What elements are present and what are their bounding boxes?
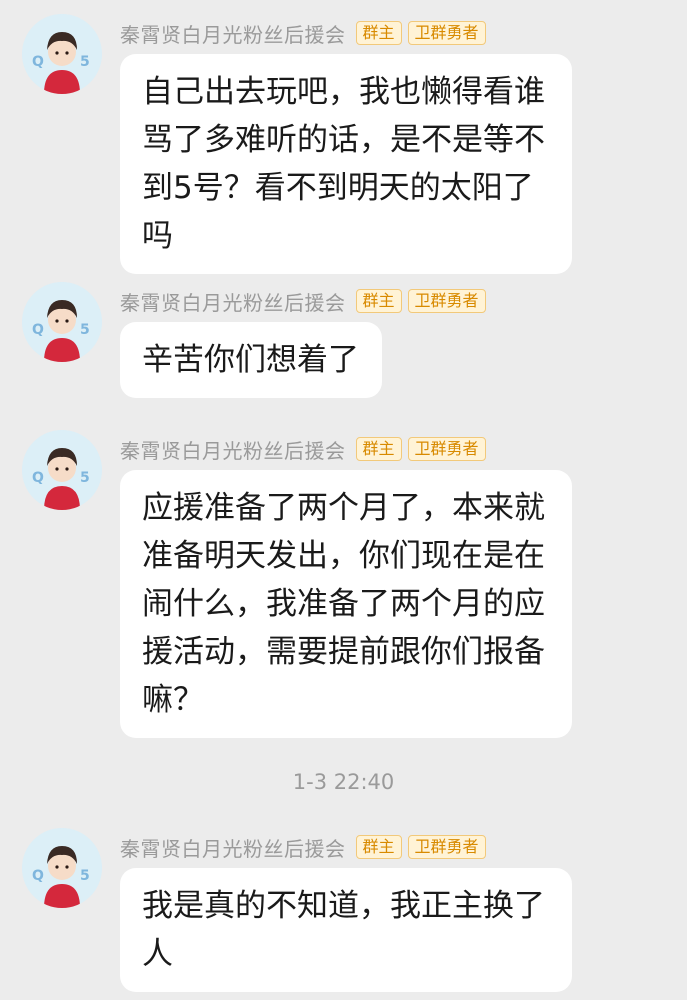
message-line: 自己出去玩吧，我也懒得看谁 (142, 74, 545, 110)
owner-badge: 群主 (355, 289, 402, 313)
svg-text:Q: Q (32, 322, 44, 338)
svg-text:5: 5 (80, 470, 90, 486)
avatar[interactable]: Q 5 (22, 430, 102, 510)
svg-text:5: 5 (80, 868, 90, 884)
message-bubble[interactable]: 我是真的不知道，我正主换了 人 (120, 868, 572, 992)
message-line: 到5号？看不到明天的太阳了 (142, 170, 534, 206)
message-bubble[interactable]: 辛苦你们想着了 (120, 322, 382, 398)
guardian-badge: 卫群勇者 (407, 21, 486, 45)
guardian-badge: 卫群勇者 (407, 437, 486, 461)
message-header: 秦霄贤白月光粉丝后援会 群主 卫群勇者 (120, 832, 486, 862)
owner-badge: 群主 (355, 21, 402, 45)
avatar[interactable]: Q 5 (22, 282, 102, 362)
chat-history[interactable]: Q 5 秦霄贤白月光粉丝后援会 群主 卫群勇者 自己出去玩吧，我也懒得看谁 骂了… (0, 0, 687, 1000)
message-line: 准备明天发出，你们现在是在 (142, 538, 545, 574)
timestamp: 1-3 22:40 (292, 770, 395, 794)
owner-badge: 群主 (355, 835, 402, 859)
sender-name[interactable]: 秦霄贤白月光粉丝后援会 (120, 833, 346, 862)
sender-name[interactable]: 秦霄贤白月光粉丝后援会 (120, 19, 346, 48)
svg-text:Q: Q (32, 868, 44, 884)
message-header: 秦霄贤白月光粉丝后援会 群主 卫群勇者 (120, 286, 486, 316)
svg-text:Q: Q (32, 54, 44, 70)
message-line: 骂了多难听的话，是不是等不 (142, 122, 545, 158)
message-line: 辛苦你们想着了 (142, 342, 359, 378)
sender-name[interactable]: 秦霄贤白月光粉丝后援会 (120, 435, 346, 464)
message-bubble[interactable]: 自己出去玩吧，我也懒得看谁 骂了多难听的话，是不是等不 到5号？看不到明天的太阳… (120, 54, 572, 274)
message-line: 闹什么，我准备了两个月的应 (142, 586, 545, 622)
message-bubble[interactable]: 应援准备了两个月了，本来就 准备明天发出，你们现在是在 闹什么，我准备了两个月的… (120, 470, 572, 738)
svg-text:5: 5 (80, 54, 90, 70)
svg-text:5: 5 (80, 322, 90, 338)
message-line: 我是真的不知道，我正主换了 (142, 888, 545, 924)
avatar[interactable]: Q 5 (22, 14, 102, 94)
message-line: 吗 (142, 218, 173, 254)
avatar[interactable]: Q 5 (22, 828, 102, 908)
owner-badge: 群主 (355, 437, 402, 461)
message-header: 秦霄贤白月光粉丝后援会 群主 卫群勇者 (120, 18, 486, 48)
guardian-badge: 卫群勇者 (407, 835, 486, 859)
guardian-badge: 卫群勇者 (407, 289, 486, 313)
message-header: 秦霄贤白月光粉丝后援会 群主 卫群勇者 (120, 434, 486, 464)
message-line: 援活动，需要提前跟你们报备 (142, 634, 545, 670)
message-line: 人 (142, 936, 173, 972)
message-line: 应援准备了两个月了，本来就 (142, 490, 545, 526)
svg-text:Q: Q (32, 470, 44, 486)
message-line: 嘛？ (142, 682, 204, 718)
sender-name[interactable]: 秦霄贤白月光粉丝后援会 (120, 287, 346, 316)
